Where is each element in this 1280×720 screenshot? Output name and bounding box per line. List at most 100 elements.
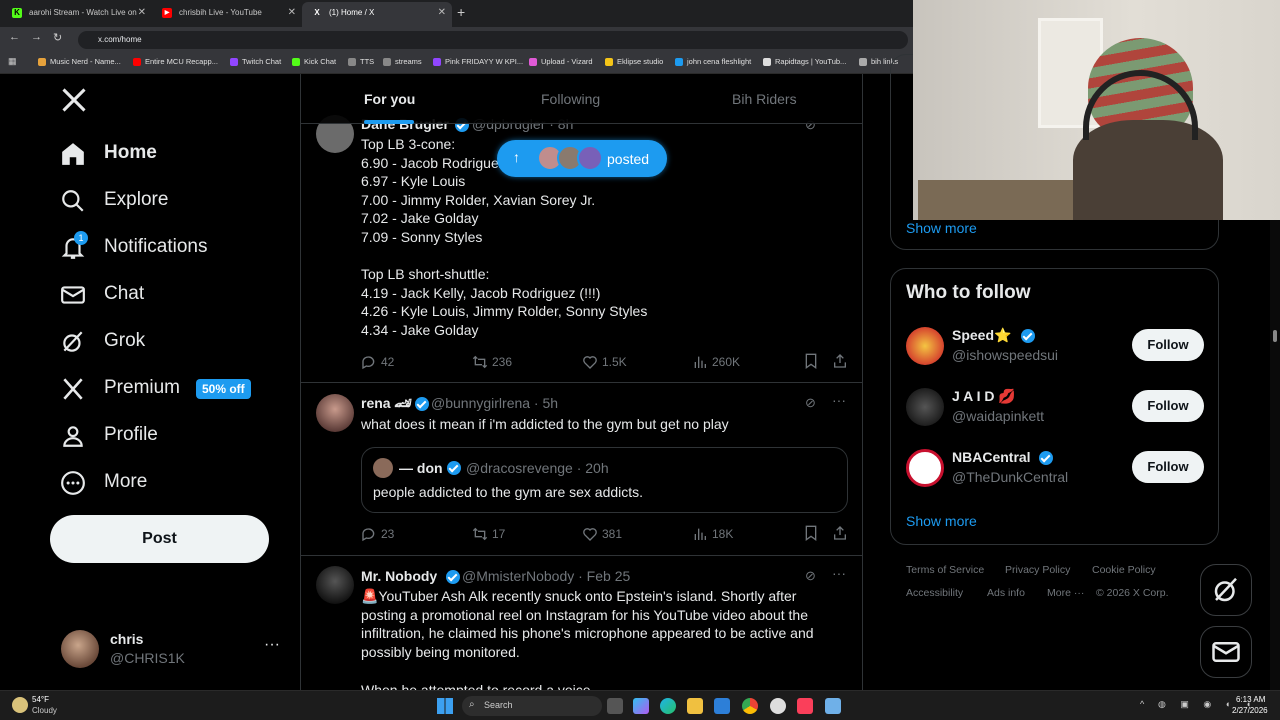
grok-icon[interactable]: ⊘ [805, 395, 816, 411]
bookmark-item[interactable]: Twitch Chat [230, 56, 281, 68]
weather-icon[interactable] [12, 697, 28, 713]
bookmark-item[interactable]: Rapidtags | YouTub... [763, 56, 846, 68]
terms-link[interactable]: Terms of Service [906, 564, 984, 576]
account-switcher[interactable]: chris @CHRIS1K ··· [50, 622, 290, 678]
scrollbar-thumb[interactable] [1273, 330, 1277, 342]
tab-for-you[interactable]: For you [364, 91, 415, 107]
follow-button[interactable]: Follow [1132, 451, 1204, 483]
x-logo-icon[interactable] [60, 86, 88, 119]
reply-button[interactable]: 23 [361, 526, 394, 542]
bookmark-item[interactable]: Kick Chat [292, 56, 336, 68]
sidebar-item-chat[interactable]: Chat [60, 276, 144, 312]
new-posts-pill[interactable]: ↑ posted [497, 140, 667, 177]
suggestion-name[interactable]: Speed⭐ [952, 327, 1011, 344]
tweet-author-name[interactable]: Mr. Nobody [361, 568, 437, 584]
views-button[interactable]: 18K [692, 526, 733, 542]
bookmark-item[interactable]: Eklipse studio [605, 56, 663, 68]
tab-bih-riders[interactable]: Bih Riders [732, 91, 797, 107]
follow-button[interactable]: Follow [1132, 329, 1204, 361]
ads-info-link[interactable]: Ads info [987, 587, 1025, 599]
views-button[interactable]: 260K [692, 354, 740, 370]
apps-grid-icon[interactable]: ▦ [8, 56, 17, 67]
heart-icon [583, 528, 597, 541]
sidebar-item-profile[interactable]: Profile [60, 417, 158, 453]
bookmark-icon[interactable] [803, 525, 819, 546]
sidebar-item-premium[interactable]: Premium [60, 370, 180, 406]
tray-chevron-icon[interactable]: ^ [1140, 699, 1144, 709]
repost-button[interactable]: 17 [472, 526, 505, 542]
tweet-author-handle[interactable]: @MmisterNobody · Feb 25 [462, 568, 630, 584]
share-icon[interactable] [832, 353, 848, 374]
like-button[interactable]: 1.5K [582, 354, 627, 370]
notepad-icon[interactable] [825, 698, 841, 714]
more-dots-icon[interactable]: ··· [832, 565, 846, 581]
avatar[interactable] [316, 566, 354, 604]
tab-youtube-live[interactable]: ▶ chrisbih Live - YouTube ✕ [152, 2, 302, 27]
avatar[interactable] [906, 327, 944, 365]
follow-button[interactable]: Follow [1132, 390, 1204, 422]
music-icon[interactable] [797, 698, 813, 714]
tab-kick-stream[interactable]: K aarohi Stream - Watch Live on ✕ [2, 2, 152, 27]
bookmark-icon[interactable] [803, 353, 819, 374]
sidebar-item-home[interactable]: Home [60, 135, 157, 171]
new-tab-button[interactable]: + [457, 4, 465, 20]
tweet-author-handle[interactable]: @bunnygirlrena · 5h [431, 395, 558, 411]
avatar[interactable] [316, 394, 354, 432]
bookmark-item[interactable]: Pink FRIDAYY W KPI... [433, 56, 523, 68]
suggestion-name[interactable]: J A I D 💋 [952, 388, 1016, 405]
tab-following[interactable]: Following [541, 91, 600, 107]
bookmark-item[interactable]: TTS [348, 56, 374, 68]
post-button[interactable]: Post [50, 515, 269, 563]
bookmark-item[interactable]: streams [383, 56, 422, 68]
share-icon[interactable] [832, 525, 848, 546]
clock-date[interactable]: 2/27/2026 [1232, 706, 1268, 715]
like-button[interactable]: 381 [582, 526, 622, 542]
address-bar-row: ← → ↻ x.com/home [0, 27, 913, 52]
chrome-icon[interactable] [742, 698, 758, 714]
tab-x-home[interactable]: X (1) Home / X ✕ [302, 2, 452, 27]
taskview-icon[interactable] [607, 698, 623, 714]
avatar[interactable] [906, 449, 944, 487]
app-icon[interactable] [770, 698, 786, 714]
start-icon[interactable] [437, 698, 453, 714]
bookmark-item[interactable]: Entire MCU Recapp... [133, 56, 218, 68]
close-tab-icon[interactable]: ✕ [438, 2, 446, 23]
tweet-author-name[interactable]: rena 🏎 [361, 395, 412, 412]
suggestion-name[interactable]: NBACentral [952, 449, 1031, 465]
url-input[interactable]: x.com/home [78, 31, 908, 49]
bookmark-item[interactable]: Upload - Vizard [529, 56, 593, 68]
more-link[interactable]: More ··· [1047, 587, 1084, 599]
grok-icon[interactable]: ⊘ [805, 568, 816, 584]
reload-icon[interactable]: ↻ [53, 31, 62, 44]
avatar[interactable] [906, 388, 944, 426]
tweet-text: 🚨YouTuber Ash Alk recently snuck onto Ep… [361, 588, 814, 660]
grok-fab[interactable] [1200, 564, 1252, 616]
copilot-icon[interactable] [633, 698, 649, 714]
bookmark-item[interactable]: john cena fleshlight [675, 56, 751, 68]
back-icon[interactable]: ← [9, 31, 20, 43]
store-icon[interactable] [714, 698, 730, 714]
edge-icon[interactable] [660, 698, 676, 714]
sidebar-item-grok[interactable]: Grok [60, 323, 145, 359]
more-dots-icon[interactable]: ··· [832, 392, 846, 408]
sidebar-item-explore[interactable]: Explore [60, 182, 168, 218]
cookie-link[interactable]: Cookie Policy [1092, 564, 1156, 576]
avatar [373, 458, 393, 478]
sidebar-item-more[interactable]: More [60, 464, 147, 500]
reply-button[interactable]: 42 [361, 354, 394, 370]
quoted-tweet[interactable]: — don @dracosrevenge · 20h people addict… [361, 447, 848, 513]
file-explorer-icon[interactable] [687, 698, 703, 714]
close-tab-icon[interactable]: ✕ [138, 2, 146, 23]
sidebar-item-label: Grok [104, 330, 146, 351]
accessibility-link[interactable]: Accessibility [906, 587, 963, 599]
clock-time[interactable]: 6:13 AM [1236, 695, 1265, 704]
forward-icon[interactable]: → [31, 31, 42, 43]
close-tab-icon[interactable]: ✕ [288, 2, 296, 23]
bookmark-item[interactable]: Music Nerd - Name... [38, 56, 121, 68]
messages-fab[interactable] [1200, 626, 1252, 678]
privacy-link[interactable]: Privacy Policy [1005, 564, 1070, 576]
taskbar-search[interactable]: ⌕ Search [462, 696, 602, 716]
show-more-trends-link[interactable]: Show more [906, 220, 977, 236]
repost-button[interactable]: 236 [472, 354, 512, 370]
show-more-link[interactable]: Show more [906, 513, 977, 529]
